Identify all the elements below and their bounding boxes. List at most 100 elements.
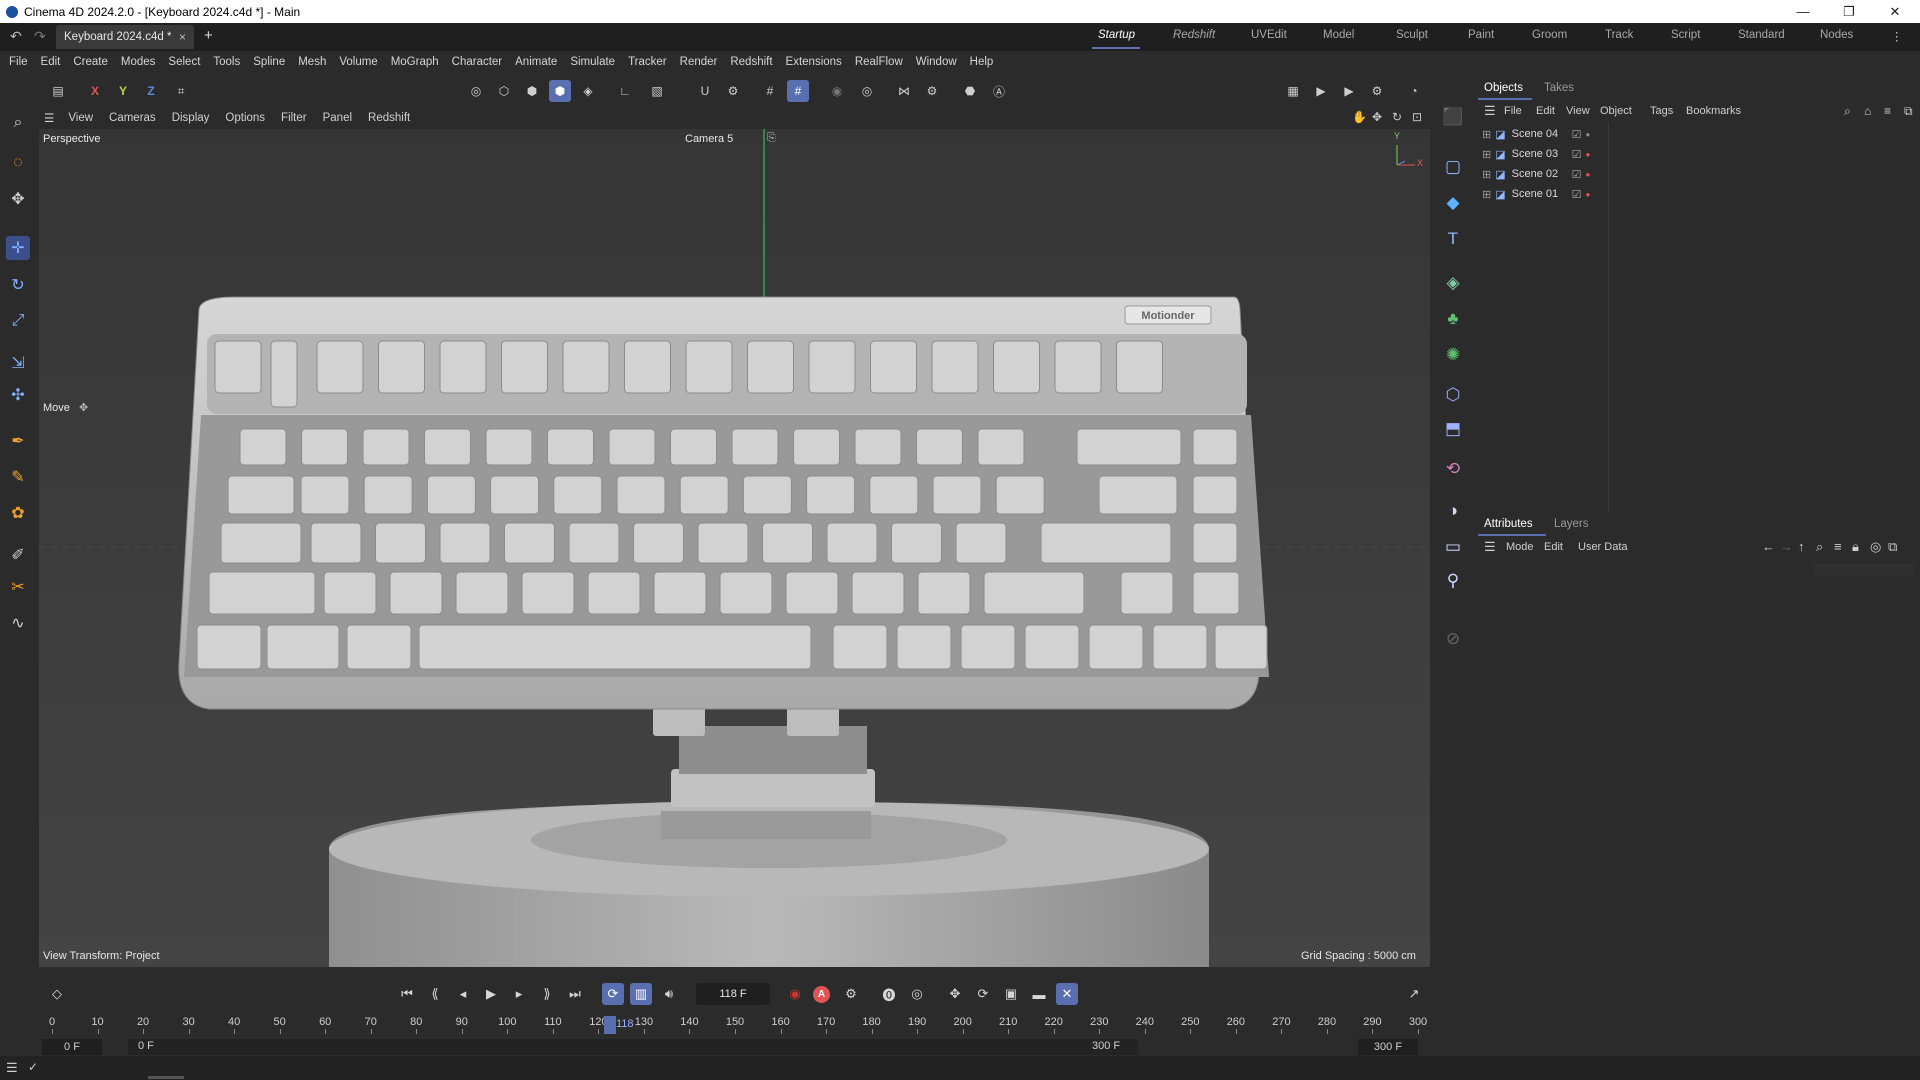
visibility-check-icon[interactable]: ☑: [1572, 188, 1582, 201]
auto-mode-icon[interactable]: Ⓐ: [988, 80, 1010, 102]
model-mode-icon[interactable]: ⬢: [549, 80, 571, 102]
viewport-menu-view[interactable]: View: [68, 112, 93, 124]
symmetry-settings-icon[interactable]: ⚙: [921, 80, 943, 102]
next-frame-icon[interactable]: ▸: [508, 983, 530, 1005]
symmetry-icon[interactable]: ⋈: [893, 80, 915, 102]
objects-filter-icon[interactable]: ≡: [1884, 104, 1891, 118]
menu-file[interactable]: File: [9, 56, 28, 68]
layout-tab-uvedit[interactable]: UVEdit: [1251, 29, 1287, 41]
snap-settings-icon[interactable]: ⚙: [722, 80, 744, 102]
layout-tab-track[interactable]: Track: [1605, 29, 1633, 41]
viewport-menu-filter[interactable]: Filter: [281, 112, 307, 124]
layout-tab-standard[interactable]: Standard: [1738, 29, 1785, 41]
layout-tab-sculpt[interactable]: Sculpt: [1396, 29, 1428, 41]
object-name[interactable]: Scene 04: [1512, 128, 1568, 140]
menu-extensions[interactable]: Extensions: [786, 56, 842, 68]
x-axis-lock-button[interactable]: X: [84, 80, 106, 102]
menu-mograph[interactable]: MoGraph: [391, 56, 439, 68]
layout-tab-groom[interactable]: Groom: [1532, 29, 1567, 41]
objects-menu-object[interactable]: Object: [1600, 105, 1632, 117]
redo-icon[interactable]: ↷: [34, 28, 46, 45]
cube-object-icon[interactable]: ⬛: [1440, 104, 1466, 130]
object-row-scene-01[interactable]: ⊞ ◪ Scene 01 ☑ ●: [1474, 184, 1920, 204]
menu-animate[interactable]: Animate: [515, 56, 557, 68]
menu-mesh[interactable]: Mesh: [298, 56, 326, 68]
end-frame-field[interactable]: 300 F: [1358, 1039, 1418, 1055]
viewport-menu-redshift[interactable]: Redshift: [368, 112, 410, 124]
layout-tab-model[interactable]: Model: [1323, 29, 1354, 41]
up-arrow-icon[interactable]: ↑: [1798, 539, 1805, 554]
tab-objects[interactable]: Objects: [1484, 82, 1523, 94]
objects-hamburger-icon[interactable]: ☰: [1484, 103, 1496, 119]
render-settings-icon[interactable]: ⚙: [1366, 80, 1388, 102]
spline-object-icon[interactable]: ▢: [1440, 154, 1466, 180]
keyframe-icon[interactable]: ◇: [46, 983, 68, 1005]
previous-key-icon[interactable]: ⟪: [424, 983, 446, 1005]
redshift-object-icon[interactable]: ⊘: [1440, 626, 1466, 652]
objects-menu-edit[interactable]: Edit: [1536, 105, 1555, 117]
project-icon[interactable]: ▤: [47, 80, 69, 102]
texture-mode-icon[interactable]: ▧: [646, 80, 668, 102]
lock-icon[interactable]: 🔒︎: [1852, 539, 1859, 555]
snap-magnet-icon[interactable]: U: [694, 80, 716, 102]
spline-sketch-icon[interactable]: ✎: [6, 465, 30, 489]
layout-tab-script[interactable]: Script: [1671, 29, 1700, 41]
rotate-view-icon[interactable]: ↻: [1392, 110, 1402, 124]
render-dot-icon[interactable]: ●: [1586, 130, 1591, 139]
paint-tool-icon[interactable]: ✿: [6, 501, 30, 525]
light-object-icon[interactable]: ⚲: [1440, 568, 1466, 594]
attributes-menu-edit[interactable]: Edit: [1544, 541, 1563, 553]
preview-range-bar[interactable]: [128, 1039, 1138, 1055]
viewport-menu-options[interactable]: Options: [225, 112, 265, 124]
viewport-menu-display[interactable]: Display: [172, 112, 210, 124]
text-object-icon[interactable]: T: [1440, 226, 1466, 252]
deformer-icon[interactable]: ⬡: [1440, 382, 1466, 408]
menu-help[interactable]: Help: [970, 56, 994, 68]
playhead[interactable]: [604, 1016, 616, 1034]
status-check-icon[interactable]: ✓: [28, 1060, 38, 1074]
back-arrow-icon[interactable]: ←: [1762, 539, 1775, 554]
effector-icon[interactable]: ✺: [1440, 342, 1466, 368]
render-dot-icon[interactable]: ●: [1586, 170, 1591, 179]
spline-smooth-icon[interactable]: ∿: [6, 611, 30, 635]
menu-render[interactable]: Render: [680, 56, 718, 68]
menu-volume[interactable]: Volume: [339, 56, 377, 68]
key-rotation-icon[interactable]: ◎: [906, 983, 928, 1005]
environment-icon[interactable]: ◑: [1440, 498, 1466, 524]
object-name[interactable]: Scene 03: [1512, 148, 1568, 160]
grid-snap-icon[interactable]: #: [787, 80, 809, 102]
next-key-icon[interactable]: ⟫: [536, 983, 558, 1005]
menu-create[interactable]: Create: [73, 56, 108, 68]
redshift-ipr-icon[interactable]: ◔: [1403, 80, 1425, 102]
new-panel-icon[interactable]: ◎: [1870, 539, 1881, 555]
viewport-menu-cameras[interactable]: Cameras: [109, 112, 156, 124]
object-row-scene-02[interactable]: ⊞ ◪ Scene 02 ☑ ●: [1474, 164, 1920, 184]
move-view-icon[interactable]: ✥: [1372, 110, 1382, 124]
volume-icon[interactable]: 🔊︎: [658, 983, 680, 1005]
status-menu-icon[interactable]: ☰: [6, 1060, 18, 1076]
move-tool-icon[interactable]: ✛: [6, 236, 30, 260]
previous-frame-icon[interactable]: ◂: [452, 983, 474, 1005]
layout-tab-paint[interactable]: Paint: [1468, 29, 1494, 41]
points-mode-icon[interactable]: ◎: [465, 80, 487, 102]
add-tab-button[interactable]: +: [204, 27, 213, 44]
menu-character[interactable]: Character: [452, 56, 503, 68]
menu-tools[interactable]: Tools: [213, 56, 240, 68]
undo-icon[interactable]: ↶: [10, 28, 22, 45]
expand-icon[interactable]: ⊞: [1482, 188, 1491, 201]
menu-redshift[interactable]: Redshift: [730, 56, 772, 68]
preview-end-field[interactable]: 300 F: [1092, 1040, 1120, 1052]
layout-tab-redshift[interactable]: Redshift: [1173, 29, 1215, 41]
tab-takes[interactable]: Takes: [1544, 82, 1574, 94]
visibility-check-icon[interactable]: ☑: [1572, 128, 1582, 141]
tab-layers[interactable]: Layers: [1554, 518, 1589, 530]
menu-spline[interactable]: Spline: [253, 56, 285, 68]
object-row-scene-03[interactable]: ⊞ ◪ Scene 03 ☑ ●: [1474, 144, 1920, 164]
timeline-ruler[interactable]: 0 10 20 30 40 50 60 70 80 90 100 110 120 130 140 150 160…: [49, 1016, 1427, 1034]
object-row-scene-04[interactable]: ⊞ ◪ Scene 04 ☑ ●: [1474, 124, 1920, 144]
attributes-menu-mode[interactable]: Mode: [1506, 541, 1534, 553]
attributes-filter-icon[interactable]: ≡: [1834, 539, 1842, 554]
menu-modes[interactable]: Modes: [121, 56, 156, 68]
close-tab-icon[interactable]: ×: [179, 30, 186, 44]
expand-icon[interactable]: ⊞: [1482, 168, 1491, 181]
